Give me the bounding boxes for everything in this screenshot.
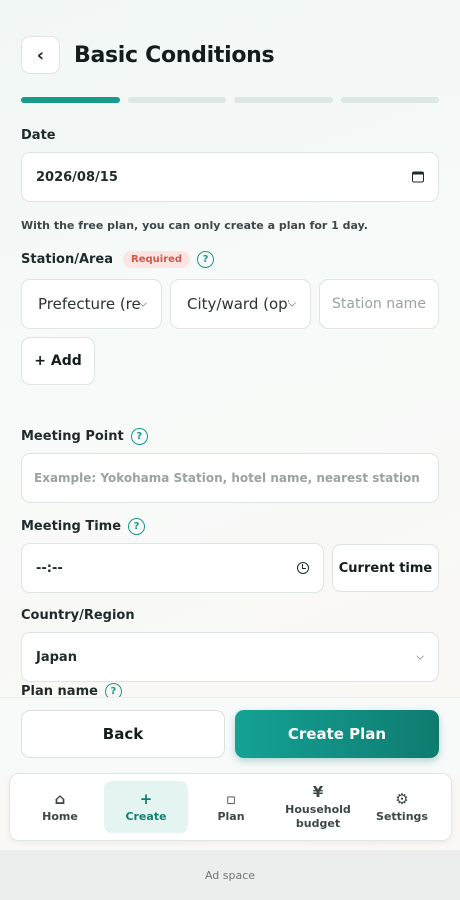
meeting-point-label-text: Meeting Point <box>21 429 124 444</box>
help-icon[interactable]: ? <box>128 518 146 535</box>
step-progress <box>21 97 439 103</box>
meeting-time-value: --:-- <box>36 560 63 576</box>
help-icon[interactable]: ? <box>130 428 148 445</box>
add-station-label: + Add <box>34 353 82 369</box>
gear-icon: ⚙ <box>395 789 409 808</box>
current-time-button[interactable]: Current time <box>332 544 439 592</box>
prefecture-value: Prefecture (required) <box>38 295 140 313</box>
date-input[interactable]: 2026/08/15 <box>21 152 439 202</box>
progress-step-3 <box>234 97 333 103</box>
chevron-down-icon: ⌵ <box>416 651 424 663</box>
free-plan-note: With the free plan, you can only create … <box>21 219 368 232</box>
tab-create[interactable]: + Create <box>104 781 188 833</box>
current-time-label: Current time <box>338 560 433 576</box>
country-label-text: Country/Region <box>21 608 135 623</box>
tab-household-budget-label: Household budget <box>285 802 351 830</box>
help-icon[interactable]: ? <box>104 683 122 697</box>
progress-step-1 <box>21 97 120 103</box>
date-label-text: Date <box>21 128 56 143</box>
date-label: Date <box>21 128 56 143</box>
city-select[interactable]: City/ward (optional) ⌵ <box>170 279 311 329</box>
yen-icon: ¥ <box>312 782 324 801</box>
header: ‹ Basic Conditions <box>21 36 275 74</box>
prefecture-select[interactable]: Prefecture (required) ⌵ <box>21 279 162 329</box>
plus-icon: + <box>139 789 153 808</box>
required-badge: Required <box>123 251 191 268</box>
tab-plan[interactable]: ▫ Plan <box>189 781 273 833</box>
country-label: Country/Region <box>21 608 135 623</box>
meeting-point-label: Meeting Point ? <box>21 428 148 445</box>
tab-household-budget[interactable]: ¥ Household budget <box>274 781 362 833</box>
station-label: Station/Area Required ? <box>21 251 215 268</box>
bottom-tab-bar: ⌂ Home + Create ▫ Plan ¥ Household budge… <box>9 773 452 841</box>
station-label-text: Station/Area <box>21 252 114 267</box>
clock-icon[interactable] <box>297 562 309 574</box>
back-button[interactable]: Back <box>21 710 225 758</box>
progress-step-4 <box>340 97 439 103</box>
ad-space-label: Ad space <box>204 868 256 882</box>
tab-home-label: Home <box>42 809 78 823</box>
create-plan-button[interactable]: Create Plan <box>235 710 439 758</box>
meeting-point-input[interactable]: Example: Yokohama Station, hotel name, n… <box>21 453 439 503</box>
square-icon: ▫ <box>225 789 237 808</box>
country-select[interactable]: Japan ⌵ <box>21 632 439 682</box>
meeting-time-label: Meeting Time ? <box>21 518 146 535</box>
tab-settings-label: Settings <box>376 809 428 823</box>
tab-create-label: Create <box>125 809 167 823</box>
progress-step-2 <box>127 97 226 103</box>
city-value: City/ward (optional) <box>187 295 289 313</box>
form-scroll-area[interactable]: ‹ Basic Conditions Date 2026/08/15 With … <box>0 0 460 697</box>
help-icon[interactable]: ? <box>197 251 215 268</box>
calendar-icon[interactable] <box>412 171 424 183</box>
station-name-input[interactable]: Station name <box>319 279 439 329</box>
back-chevron-button[interactable]: ‹ <box>21 36 60 74</box>
chevron-down-icon: ⌵ <box>139 298 147 310</box>
home-icon: ⌂ <box>54 789 66 808</box>
chevron-left-icon: ‹ <box>36 44 45 66</box>
plan-name-label-text: Plan name <box>21 684 98 697</box>
tab-plan-label: Plan <box>217 809 245 823</box>
action-bar: Back Create Plan <box>0 697 460 777</box>
meeting-time-label-text: Meeting Time <box>21 519 122 534</box>
plan-name-label: Plan name ? <box>21 683 122 697</box>
screen: ‹ Basic Conditions Date 2026/08/15 With … <box>0 0 460 900</box>
back-button-label: Back <box>102 725 144 743</box>
tab-settings[interactable]: ⚙ Settings <box>360 781 444 833</box>
meeting-point-placeholder: Example: Yokohama Station, hotel name, n… <box>34 471 420 485</box>
chevron-down-icon: ⌵ <box>288 298 296 310</box>
country-value: Japan <box>36 649 77 665</box>
add-station-button[interactable]: + Add <box>21 337 95 385</box>
page-title: Basic Conditions <box>74 42 275 68</box>
tab-home[interactable]: ⌂ Home <box>18 781 102 833</box>
station-name-placeholder: Station name <box>332 296 426 312</box>
meeting-time-input[interactable]: --:-- <box>21 543 324 593</box>
date-value: 2026/08/15 <box>36 169 118 185</box>
create-plan-button-label: Create Plan <box>287 725 387 743</box>
ad-space: Ad space <box>0 850 460 900</box>
